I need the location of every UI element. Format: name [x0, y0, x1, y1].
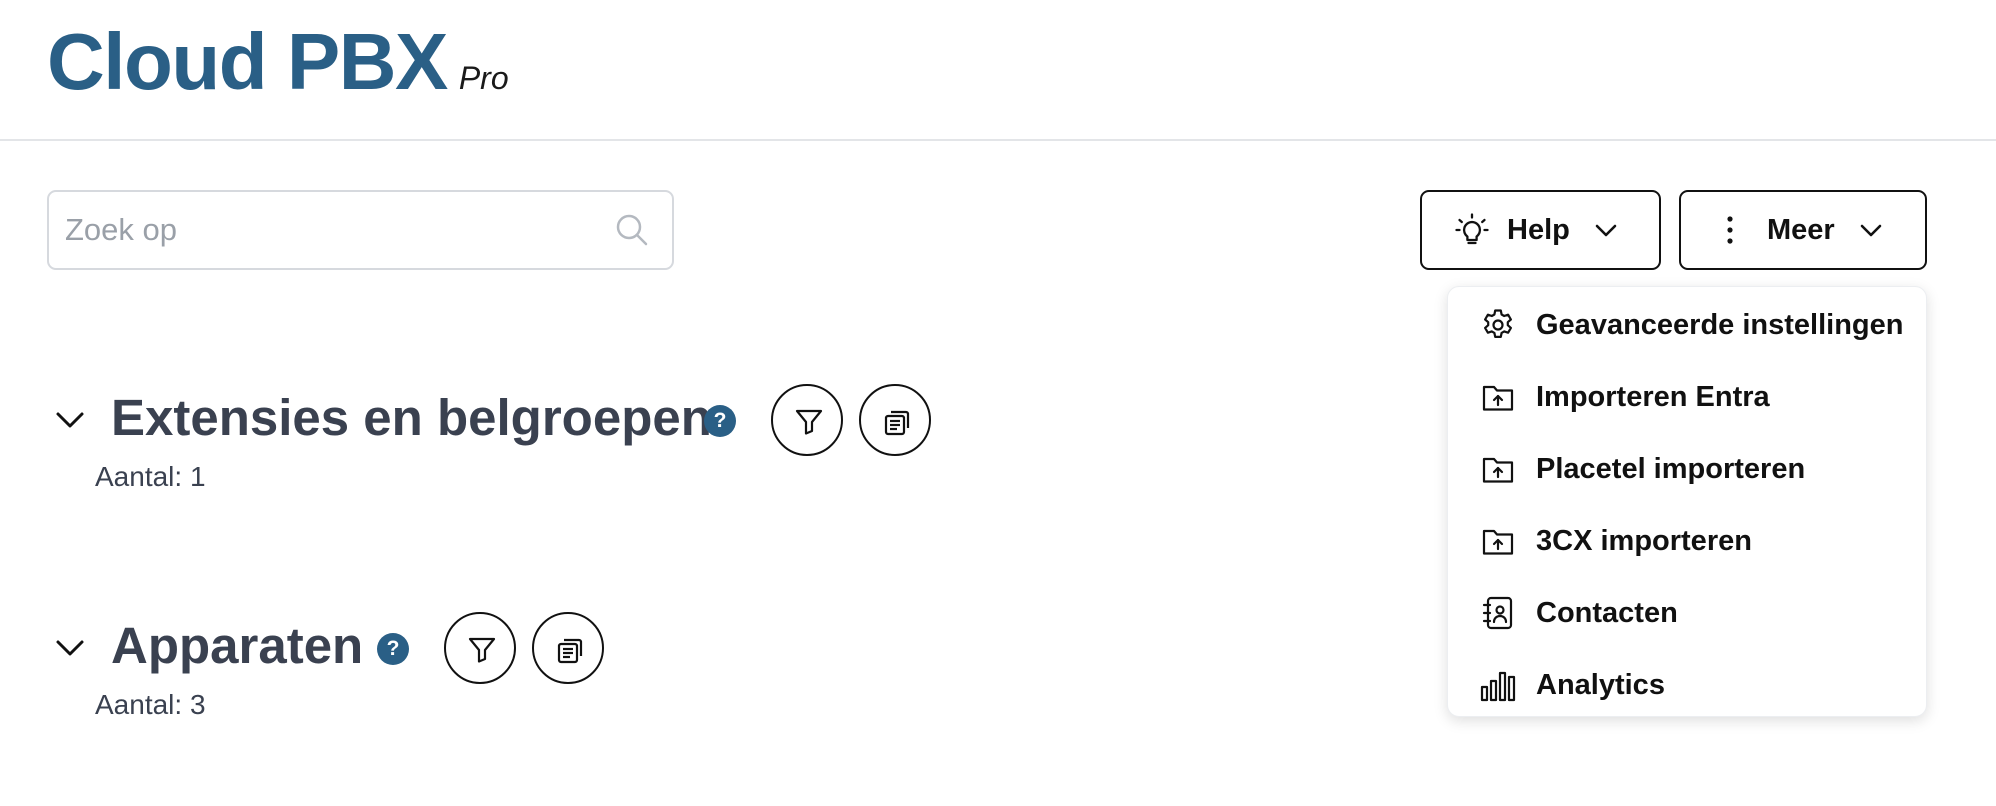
more-button[interactable]: Meer: [1679, 190, 1927, 270]
menu-item-analytics[interactable]: Analytics: [1448, 649, 1928, 721]
folder-upload-icon: [1482, 385, 1514, 411]
chevron-down-icon[interactable]: [52, 630, 88, 666]
section-title: Extensies en belgroepen: [111, 389, 712, 446]
app-edition: Pro: [458, 60, 509, 96]
brand-logo[interactable]: Cloud PBX Pro: [47, 14, 509, 110]
menu-item-label: 3CX importeren: [1536, 524, 1752, 557]
gear-icon: [1484, 309, 1512, 338]
copy-list-button[interactable]: [532, 612, 604, 684]
chevron-down-icon: [1595, 224, 1617, 237]
item-count: Aantal: 3: [95, 689, 206, 720]
app-header: Cloud PBX Pro: [0, 0, 1996, 141]
search-box[interactable]: [47, 190, 674, 270]
app-title: Cloud PBX: [47, 17, 448, 106]
copy-list-button[interactable]: [859, 384, 931, 456]
help-button[interactable]: Help: [1420, 190, 1661, 270]
menu-item-advanced-settings[interactable]: Geavanceerde instellingen: [1448, 289, 1928, 361]
menu-item-label: Placetel importeren: [1536, 452, 1806, 485]
search-icon: [616, 214, 648, 246]
menu-item-label: Analytics: [1536, 668, 1665, 701]
filter-button[interactable]: [771, 384, 843, 456]
menu-item-import-entra[interactable]: Importeren Entra: [1448, 361, 1928, 433]
menu-item-label: Importeren Entra: [1536, 380, 1770, 413]
more-button-label: Meer: [1767, 213, 1835, 246]
help-button-label: Help: [1507, 213, 1570, 246]
lightbulb-icon: [1455, 213, 1489, 245]
menu-item-label: Geavanceerde instellingen: [1536, 308, 1904, 341]
item-count: Aantal: 1: [95, 461, 206, 492]
more-vertical-icon: [1727, 216, 1733, 244]
contact-book-icon: [1482, 596, 1513, 630]
bar-chart-icon: [1480, 671, 1516, 702]
help-icon[interactable]: ?: [377, 633, 409, 665]
chevron-down-icon: [1860, 224, 1882, 237]
help-icon[interactable]: ?: [704, 405, 736, 437]
menu-item-contacts[interactable]: Contacten: [1448, 577, 1928, 649]
section-title: Apparaten: [111, 617, 364, 674]
chevron-down-icon[interactable]: [52, 402, 88, 438]
filter-icon: [468, 637, 496, 663]
more-dropdown-menu: Geavanceerde instellingen Importeren Ent…: [1447, 286, 1927, 717]
copy-icon: [557, 638, 583, 664]
folder-upload-icon: [1482, 529, 1514, 555]
folder-upload-icon: [1482, 457, 1514, 483]
copy-icon: [884, 410, 910, 436]
search-input[interactable]: [65, 192, 605, 268]
filter-button[interactable]: [444, 612, 516, 684]
menu-item-import-placetel[interactable]: Placetel importeren: [1448, 433, 1928, 505]
filter-icon: [795, 409, 823, 435]
menu-item-import-3cx[interactable]: 3CX importeren: [1448, 505, 1928, 577]
menu-item-label: Contacten: [1536, 596, 1678, 629]
